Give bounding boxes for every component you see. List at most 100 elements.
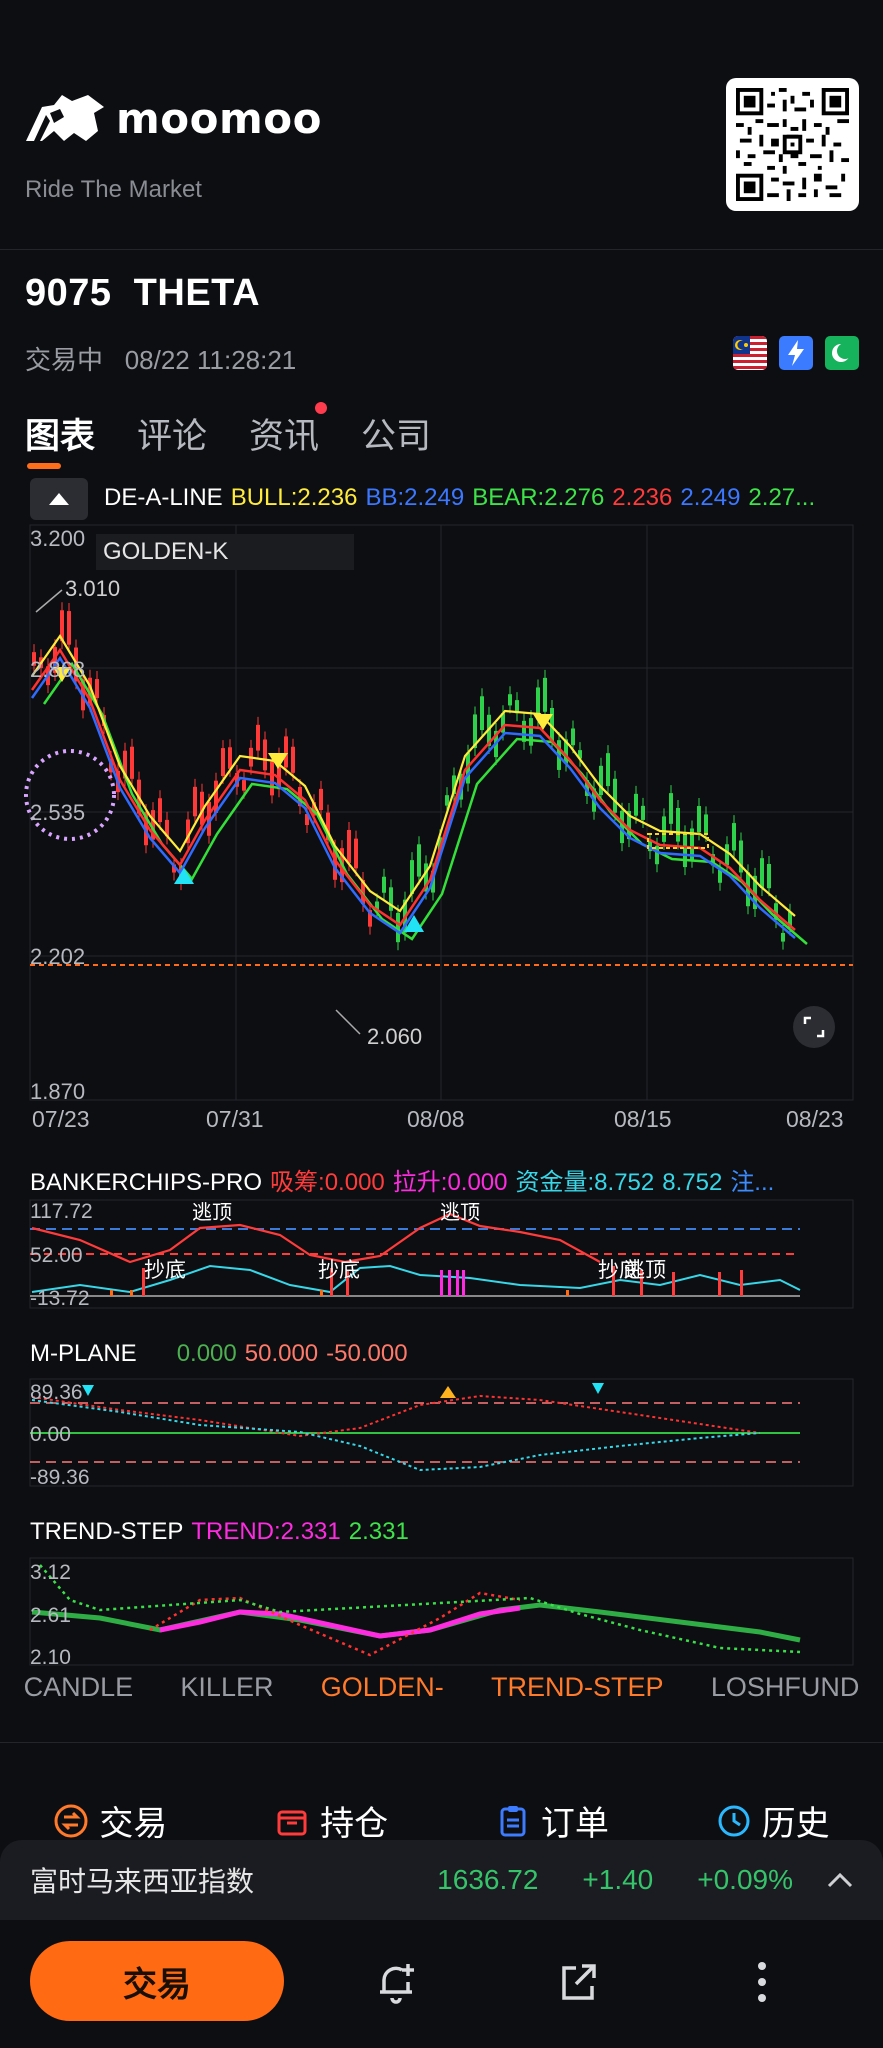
more-vertical-icon bbox=[758, 1962, 766, 2002]
volume-bar bbox=[566, 1290, 569, 1296]
bc-axis-1: 52.00 bbox=[30, 1244, 83, 1267]
m-plane-v1: 0.000 bbox=[176, 1340, 237, 1367]
volume-bar bbox=[740, 1270, 743, 1296]
share-button[interactable] bbox=[554, 1958, 602, 2011]
low-price-label: 2.060 bbox=[367, 1024, 423, 1049]
trend-step-header: TREND-STEP TREND:2.331 2.331 bbox=[30, 1518, 417, 1546]
candle-body bbox=[347, 829, 351, 864]
bell-plus-icon bbox=[380, 1964, 414, 2004]
candle-body bbox=[270, 761, 274, 796]
position-action[interactable]: 持仓 bbox=[274, 1796, 388, 1845]
candle-body bbox=[95, 679, 99, 699]
bankerchips-name: BANKERCHIPS-PRO bbox=[30, 1169, 263, 1196]
alert-button[interactable] bbox=[372, 1958, 420, 2011]
mp-axis-0: 89.36 bbox=[30, 1381, 83, 1404]
price-axis-0: 3.200 bbox=[30, 526, 86, 551]
index-change: +1.40 bbox=[582, 1864, 654, 1895]
bc-label-bottom-2: 抄底 bbox=[318, 1259, 360, 1282]
candle-body bbox=[732, 823, 736, 851]
date-axis-3: 08/15 bbox=[614, 1106, 672, 1132]
indicator-tab-golden[interactable]: GOLDEN- bbox=[321, 1672, 444, 1703]
candle-body bbox=[130, 746, 134, 779]
trend-value: TREND:2.331 bbox=[191, 1518, 341, 1545]
candle-body bbox=[683, 833, 687, 868]
index-name: 富时马来西亚指数 bbox=[30, 1866, 255, 1897]
candle-body bbox=[354, 838, 358, 869]
date-axis-2: 08/08 bbox=[407, 1106, 465, 1132]
more-button[interactable] bbox=[750, 1958, 774, 2011]
ts-axis-2: 2.10 bbox=[30, 1646, 71, 1669]
order-action[interactable]: 订单 bbox=[495, 1796, 609, 1845]
candle-body bbox=[228, 747, 232, 769]
candle-body bbox=[676, 807, 680, 842]
price-axis-2: 2.535 bbox=[30, 800, 86, 825]
volume-bar bbox=[672, 1272, 675, 1296]
stock-chart[interactable] bbox=[0, 0, 883, 1700]
volume-bar bbox=[110, 1290, 113, 1296]
order-action-label: 订单 bbox=[540, 1805, 609, 1843]
indicator-tab-candle[interactable]: CANDLE bbox=[24, 1672, 134, 1703]
m-plane-name: M-PLANE bbox=[30, 1340, 137, 1367]
high-callout-line bbox=[35, 589, 63, 613]
history-action[interactable]: 历史 bbox=[716, 1796, 830, 1845]
volume-bar bbox=[440, 1270, 443, 1296]
section-divider bbox=[0, 1742, 883, 1743]
candle-body bbox=[543, 677, 547, 712]
lasheng-value: 拉升:0.000 bbox=[392, 1169, 508, 1196]
candle-body bbox=[67, 611, 71, 645]
candle-body bbox=[417, 844, 421, 877]
candle-body bbox=[613, 778, 617, 813]
bc-axis-2: -13.72 bbox=[30, 1287, 90, 1310]
bankerchips-header: BANKERCHIPS-PRO 吸筹:0.000 拉升:0.000 资金量:8.752… bbox=[30, 1162, 782, 1197]
index-pct: +0.09% bbox=[697, 1864, 793, 1895]
share-icon bbox=[562, 1964, 596, 2000]
history-icon bbox=[718, 1805, 750, 1836]
candle-body bbox=[599, 765, 603, 796]
index-value: 1636.72 bbox=[437, 1864, 539, 1895]
candle-body bbox=[508, 694, 512, 706]
candle-body bbox=[662, 816, 666, 842]
fullscreen-button[interactable] bbox=[793, 1006, 835, 1048]
indicator-tab-trend-step[interactable]: TREND-STEP bbox=[491, 1672, 664, 1703]
m-plane-header: M-PLANE 0.000 50.000 -50.000 bbox=[30, 1340, 416, 1368]
mp-axis-1: 0.00 bbox=[30, 1423, 71, 1446]
volume-bar bbox=[718, 1272, 721, 1296]
bc-label-bottom-3: 抄底 bbox=[598, 1259, 640, 1282]
candle-body bbox=[291, 746, 295, 773]
m-plane-panel bbox=[29, 1378, 854, 1487]
candle-body bbox=[319, 788, 323, 811]
trend-step-panel bbox=[29, 1557, 854, 1666]
indicator-tabs: CANDLE KILLER GOLDEN- TREND-STEP LOSHFUN… bbox=[0, 1672, 883, 1703]
candle-body bbox=[193, 786, 197, 817]
indicator-tab-killer[interactable]: KILLER bbox=[180, 1672, 273, 1703]
candle-body bbox=[242, 780, 246, 791]
candle-body bbox=[725, 844, 729, 866]
zhu-value: 注... bbox=[730, 1169, 775, 1196]
trade-action[interactable]: 交易 bbox=[53, 1796, 167, 1845]
price-axis-1: 2.868 bbox=[30, 657, 86, 682]
index-ticker-bar[interactable]: 富时马来西亚指数 1636.72 +1.40 +0.09% bbox=[0, 1840, 883, 1920]
candle-body bbox=[641, 805, 645, 820]
candle-body bbox=[606, 753, 610, 787]
candlesticks bbox=[32, 602, 792, 951]
ts-axis-0: 3.12 bbox=[30, 1561, 71, 1584]
bc-label-bottom-1: 抄底 bbox=[144, 1259, 186, 1282]
order-icon bbox=[500, 1805, 526, 1836]
low-callout-line bbox=[335, 1009, 361, 1035]
position-action-label: 持仓 bbox=[320, 1805, 389, 1843]
indicator-tab-loshfund[interactable]: LOSHFUND bbox=[711, 1672, 860, 1703]
position-icon bbox=[277, 1810, 307, 1835]
candle-body bbox=[697, 806, 701, 833]
m-plane-v2: 50.000 bbox=[244, 1340, 319, 1367]
volume-bar bbox=[448, 1270, 451, 1296]
candle-body bbox=[767, 864, 771, 889]
trade-button[interactable]: 交易 bbox=[30, 1941, 284, 2021]
candle-body bbox=[760, 858, 764, 889]
candle-body bbox=[704, 814, 708, 834]
trend-step-name: TREND-STEP bbox=[30, 1518, 184, 1545]
bc-label-escape-2: 逃顶 bbox=[440, 1202, 480, 1224]
candle-body bbox=[284, 736, 288, 768]
bb-line bbox=[30, 655, 796, 939]
bc-label-escape-1: 逃顶 bbox=[192, 1202, 232, 1224]
trade-icon bbox=[54, 1804, 88, 1837]
